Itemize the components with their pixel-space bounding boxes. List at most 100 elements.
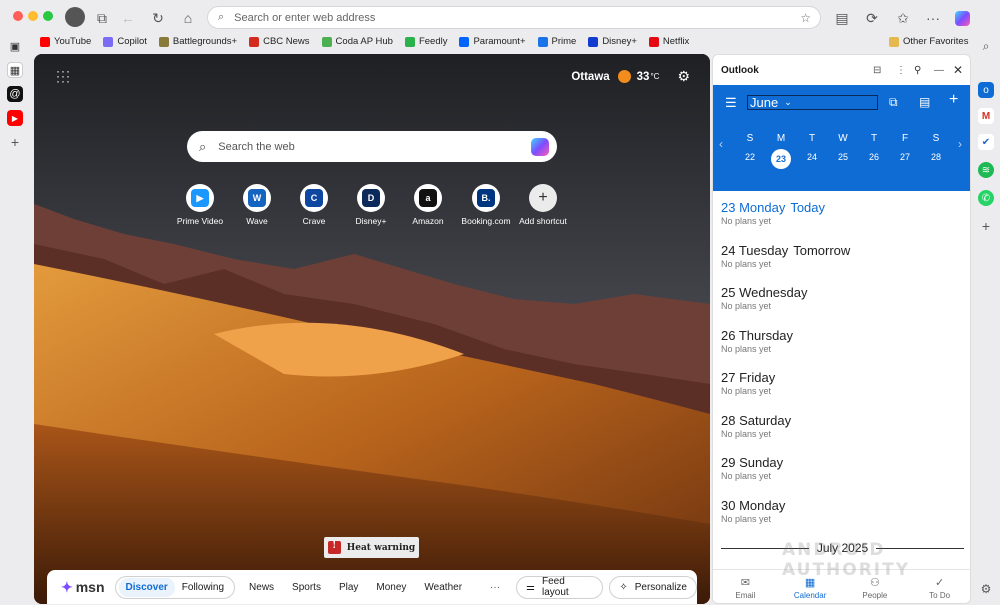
tab-newtab-icon[interactable]: ▦: [7, 62, 23, 78]
calendar-day[interactable]: 25: [833, 152, 853, 162]
web-search-box[interactable]: ⌕ Search the web: [187, 131, 557, 162]
page-settings-icon[interactable]: ⚙: [677, 68, 690, 85]
favorite-link[interactable]: Netflix: [648, 36, 689, 47]
new-tab-plus-icon[interactable]: +: [7, 134, 23, 150]
more-options-icon[interactable]: ⋮: [896, 65, 906, 76]
sidebar-search-icon[interactable]: ⌕: [978, 38, 994, 54]
spotify-app-icon[interactable]: ≋: [978, 162, 994, 178]
more-menu-icon[interactable]: ···: [923, 8, 943, 28]
favorite-link[interactable]: Prime: [537, 36, 576, 47]
msn-feed-bar: ✦ msn Discover Following News Sports Play M…: [47, 570, 697, 604]
calendar-day[interactable]: 23: [771, 149, 791, 169]
tab-discover[interactable]: Discover: [118, 577, 175, 597]
feed-layout-button[interactable]: ⚌ Feed layout: [516, 575, 604, 599]
hamburger-menu-icon[interactable]: ☰: [725, 95, 737, 111]
calendar-day[interactable]: 27: [895, 152, 915, 162]
favorite-star-icon[interactable]: ☆: [800, 11, 811, 25]
agenda-day[interactable]: 23 Monday Today No plans yet: [721, 200, 825, 226]
shortcut-glyph: a: [419, 189, 437, 207]
apps-launcher-icon[interactable]: ··· ··· ···: [56, 65, 71, 87]
feed-link-weather[interactable]: Weather: [424, 582, 462, 593]
feed-link-play[interactable]: Play: [339, 582, 358, 593]
agenda-day-status: No plans yet: [721, 513, 772, 524]
weekday-label: S: [746, 133, 754, 144]
personalize-button[interactable]: ✧ Personalize: [609, 575, 697, 599]
favorite-site-icon: [40, 36, 50, 47]
close-pane-icon[interactable]: ✕: [953, 63, 963, 77]
month-picker[interactable]: June ⌄: [747, 95, 878, 110]
address-bar[interactable]: ⌕ Search or enter web address ☆: [207, 6, 821, 29]
open-in-tab-icon[interactable]: ⊟: [873, 65, 881, 76]
add-sidebar-app-icon[interactable]: +: [978, 218, 994, 234]
favorite-site-icon: [404, 36, 415, 47]
favorites-icon[interactable]: ✩: [893, 8, 913, 28]
favorite-link[interactable]: Paramount+: [459, 36, 526, 47]
outlook-app-icon[interactable]: o: [978, 82, 994, 98]
calendar-view-icon[interactable]: ▤: [919, 95, 930, 109]
new-event-icon[interactable]: +: [949, 91, 958, 109]
tab-threads-icon[interactable]: @: [7, 86, 23, 102]
more-links-icon[interactable]: ···: [490, 582, 500, 593]
calendar-day[interactable]: 28: [926, 152, 946, 162]
tab-youtube-icon[interactable]: ▶: [7, 110, 23, 126]
minimize-pane-icon[interactable]: —: [934, 65, 944, 76]
home-icon[interactable]: ⌂: [178, 8, 198, 28]
agenda-day[interactable]: 27 Friday No plans yet: [721, 370, 780, 396]
gmail-app-icon[interactable]: M: [978, 108, 994, 124]
profile-avatar[interactable]: [65, 7, 85, 27]
back-icon[interactable]: ←: [118, 8, 138, 28]
other-favorites-folder[interactable]: Other Favorites: [889, 36, 968, 47]
calendar-day[interactable]: 22: [740, 152, 760, 162]
shortcut-icon: D: [357, 184, 385, 212]
heat-warning-badge[interactable]: ! Heat warning: [324, 537, 419, 558]
sidebar-settings-icon[interactable]: ⚙: [978, 581, 994, 597]
agenda-day[interactable]: 29 Sunday No plans yet: [721, 455, 788, 481]
shortcut-icon: W: [243, 184, 271, 212]
minimize-window-button[interactable]: [28, 11, 38, 21]
favorite-site-icon: [588, 36, 599, 47]
favorite-link[interactable]: Copilot: [103, 36, 147, 47]
favorite-link[interactable]: Battlegrounds+: [158, 36, 237, 47]
calendar-day[interactable]: 24: [802, 152, 822, 162]
feed-link-sports[interactable]: Sports: [292, 582, 321, 593]
zoom-window-button[interactable]: [43, 11, 53, 21]
calendar-day[interactable]: 26: [864, 152, 884, 162]
agenda-day[interactable]: 25 Wednesday No plans yet: [721, 285, 813, 311]
prev-week-icon[interactable]: ‹: [719, 137, 723, 151]
agenda-day[interactable]: 26 Thursday No plans yet: [721, 328, 798, 354]
next-week-icon[interactable]: ›: [958, 137, 962, 151]
reading-view-icon[interactable]: ▤: [832, 8, 852, 28]
favorite-link[interactable]: Feedly: [404, 36, 447, 47]
nav-email[interactable]: ✉ Email: [713, 570, 778, 603]
shortcut-glyph: +: [538, 189, 548, 206]
pop-out-icon[interactable]: ⧉: [889, 95, 898, 110]
favorite-link[interactable]: Disney+: [588, 36, 637, 47]
favorite-link[interactable]: CBC News: [249, 36, 310, 47]
weather-widget[interactable]: Ottawa 33 °C ⚙: [571, 68, 690, 85]
close-window-button[interactable]: [13, 11, 23, 21]
favorite-link[interactable]: Coda AP Hub: [321, 36, 393, 47]
agenda-day-title: 26 Thursday: [721, 327, 794, 343]
weather-city: Ottawa: [571, 70, 610, 83]
agenda-day-relative: Today: [790, 200, 826, 215]
copilot-icon[interactable]: [531, 137, 549, 156]
msn-logo[interactable]: ✦ msn: [61, 579, 105, 596]
tab-actions-icon[interactable]: ▣: [7, 38, 23, 54]
todo-app-icon[interactable]: ✔: [978, 134, 994, 150]
agenda-day[interactable]: 28 Saturday No plans yet: [721, 413, 796, 439]
outlook-pane-header: Outlook ⊟ ⋮ ⚲ — ✕: [713, 55, 970, 85]
workspaces-icon[interactable]: ⧉: [92, 8, 112, 28]
shortcut-tile[interactable]: + Add shortcut: [508, 184, 578, 226]
feed-link-news[interactable]: News: [249, 582, 274, 593]
copilot-icon[interactable]: [952, 8, 972, 28]
tab-following[interactable]: Following: [175, 578, 231, 597]
feed-link-money[interactable]: Money: [376, 582, 406, 593]
pin-icon[interactable]: ⚲: [914, 65, 921, 76]
whatsapp-app-icon[interactable]: ✆: [978, 190, 994, 206]
refresh-icon[interactable]: ↻: [148, 8, 168, 28]
agenda-day[interactable]: 24 Tuesday Tomorrow No plans yet: [721, 243, 850, 269]
favorite-link[interactable]: YouTube: [40, 36, 91, 47]
extensions-icon[interactable]: ⟳: [862, 8, 882, 28]
folder-icon: [889, 36, 899, 47]
agenda-day[interactable]: 30 Monday No plans yet: [721, 498, 790, 524]
